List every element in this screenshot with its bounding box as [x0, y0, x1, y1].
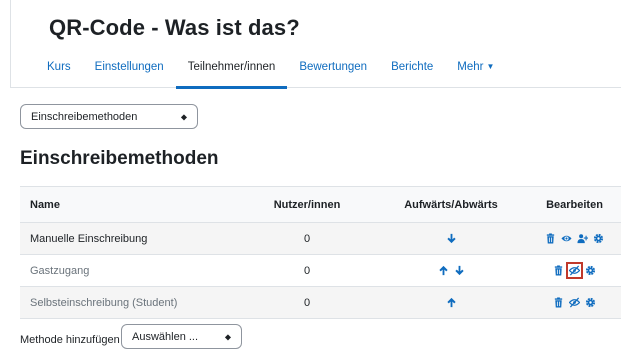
chevron-down-icon: ▼ [486, 62, 495, 71]
column-header-move: Aufwärts/Abwärts [374, 186, 528, 223]
column-header-users: Nutzer/innen [240, 186, 374, 223]
tab-mehr[interactable]: Mehr ▼ [445, 55, 506, 88]
method-user-count: 0 [240, 286, 374, 319]
arrow-down-icon[interactable] [454, 265, 465, 276]
arrow-up-icon[interactable] [438, 265, 449, 276]
select-arrow-icon: ◆ [224, 332, 231, 341]
edit-cell [528, 254, 621, 287]
page-title: Einschreibemethoden [20, 148, 219, 169]
course-header: QR-Code - Was ist das? Kurs Einstellunge… [10, 0, 621, 89]
tab-bewertungen[interactable]: Bewertungen [287, 55, 379, 88]
gear-icon[interactable] [585, 265, 596, 276]
add-method-select[interactable]: Auswählen ... ◆ [121, 324, 242, 349]
gear-icon[interactable] [593, 233, 604, 244]
secondary-navigation: Kurs Einstellungen Teilnehmer/innen Bewe… [35, 55, 506, 89]
table-row: Gastzugang 0 [20, 254, 621, 287]
method-user-count: 0 [240, 254, 374, 287]
tab-einstellungen[interactable]: Einstellungen [83, 55, 176, 88]
move-cell [374, 254, 528, 287]
trash-icon[interactable] [553, 265, 564, 276]
tab-teilnehmer[interactable]: Teilnehmer/innen [175, 55, 288, 89]
table-header-row: Name Nutzer/innen Aufwärts/Abwärts Bearb… [20, 186, 621, 223]
trash-icon[interactable] [553, 297, 564, 308]
arrow-up-icon[interactable] [446, 297, 457, 308]
method-name: Selbsteinschreibung (Student) [20, 286, 240, 319]
eye-slash-icon[interactable] [566, 262, 583, 280]
column-header-name: Name [20, 186, 240, 223]
tab-mehr-label: Mehr [457, 61, 484, 73]
column-header-edit: Bearbeiten [528, 186, 621, 223]
move-cell [374, 222, 528, 255]
edit-cell [528, 222, 621, 255]
trash-icon[interactable] [545, 233, 556, 244]
arrow-down-icon[interactable] [446, 233, 457, 244]
enrolment-methods-table: Name Nutzer/innen Aufwärts/Abwärts Bearb… [20, 186, 621, 319]
course-title: QR-Code - Was ist das? [49, 15, 300, 40]
participants-page-select[interactable]: Einschreibemethoden ◆ [20, 104, 198, 129]
table-row: Selbsteinschreibung (Student) 0 [20, 286, 621, 319]
select-arrow-icon: ◆ [180, 112, 187, 121]
table-row: Manuelle Einschreibung 0 [20, 222, 621, 255]
tab-kurs[interactable]: Kurs [35, 55, 83, 88]
method-user-count: 0 [240, 222, 374, 255]
enrol-users-icon[interactable] [577, 233, 588, 244]
method-name: Manuelle Einschreibung [20, 222, 240, 255]
method-name: Gastzugang [20, 254, 240, 287]
add-method-label: Methode hinzufügen [20, 334, 120, 346]
move-cell [374, 286, 528, 319]
eye-icon[interactable] [561, 233, 572, 244]
tab-berichte[interactable]: Berichte [379, 55, 445, 88]
edit-cell [528, 286, 621, 319]
gear-icon[interactable] [585, 297, 596, 308]
add-method-select-value: Auswählen ... [132, 330, 199, 343]
participants-page-select-value: Einschreibemethoden [31, 110, 138, 123]
eye-slash-icon[interactable] [569, 297, 580, 308]
